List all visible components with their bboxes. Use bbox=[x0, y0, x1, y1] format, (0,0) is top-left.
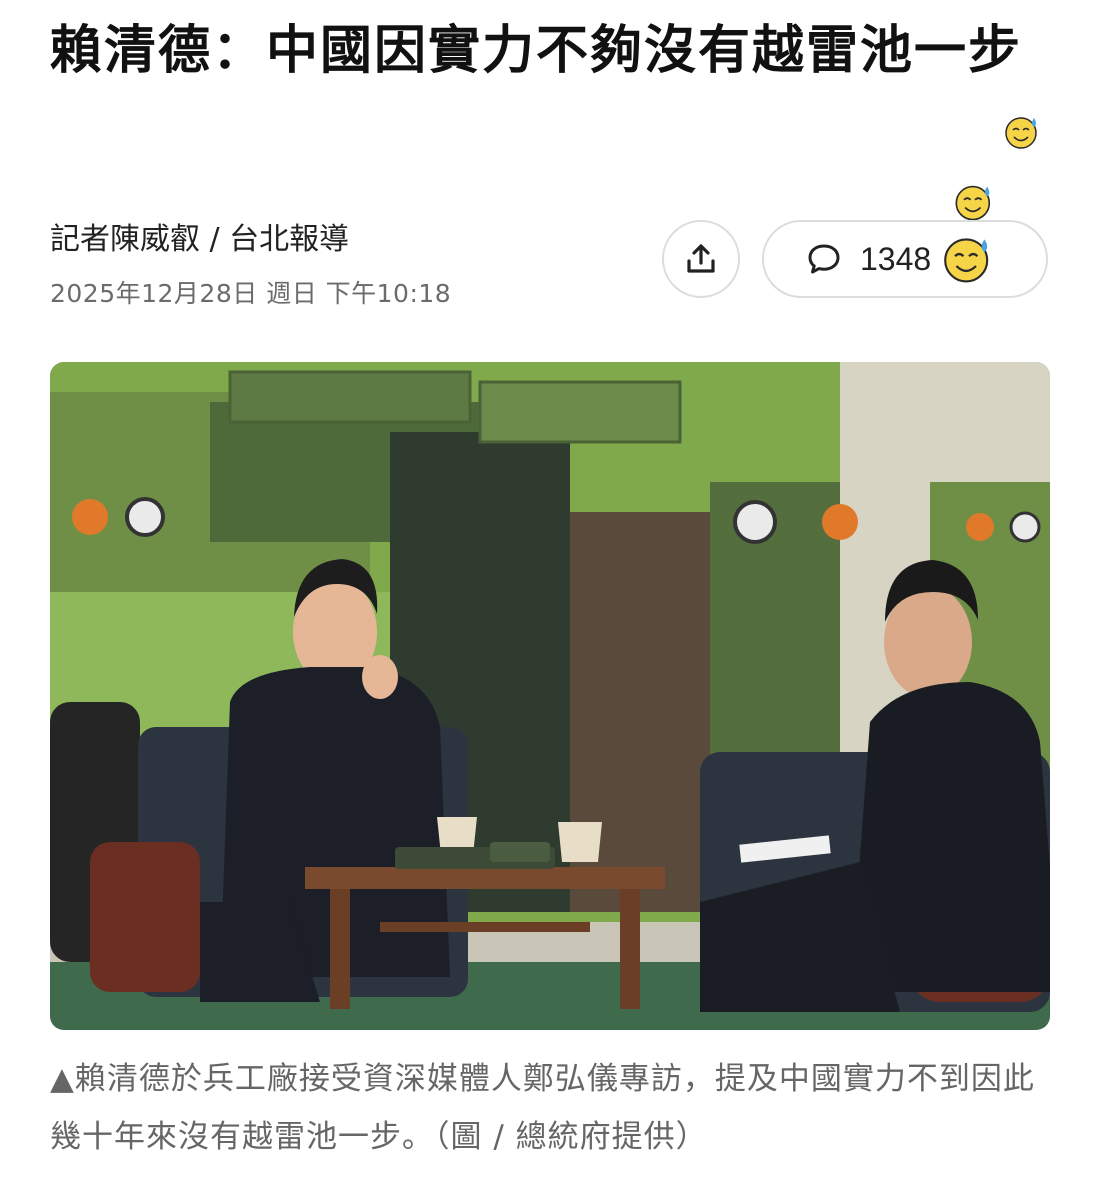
comment-bubble-icon bbox=[808, 244, 840, 274]
share-icon bbox=[687, 244, 715, 273]
publish-timestamp: 2025年12月28日 週日 下午10:18 bbox=[50, 279, 452, 308]
article-photo bbox=[50, 362, 1050, 1030]
comments-button[interactable]: 1348 bbox=[762, 220, 1048, 298]
photo-caption: ▲賴清德於兵工廠接受資深媒體人鄭弘儀專訪，提及中國實力不到因此幾十年來沒有越雷池… bbox=[50, 1061, 1035, 1155]
vehicle-headlight bbox=[72, 499, 108, 535]
sweat-smile-emoji-icon bbox=[1005, 117, 1037, 149]
sweat-smile-emoji-icon bbox=[944, 238, 989, 283]
reporter-credit: 記者陳威叡 / 台北報導 bbox=[50, 222, 350, 257]
article-byline: 記者陳威叡 / 台北報導 2025年12月28日 週日 下午10:18 bbox=[50, 218, 451, 310]
share-button[interactable] bbox=[662, 220, 740, 298]
coffee-table bbox=[305, 867, 665, 889]
comment-count: 1348 bbox=[860, 240, 932, 277]
sweat-smile-emoji-icon bbox=[955, 185, 991, 221]
article-headline: 賴清德：中國因實力不夠沒有越雷池一步 bbox=[50, 21, 1023, 81]
